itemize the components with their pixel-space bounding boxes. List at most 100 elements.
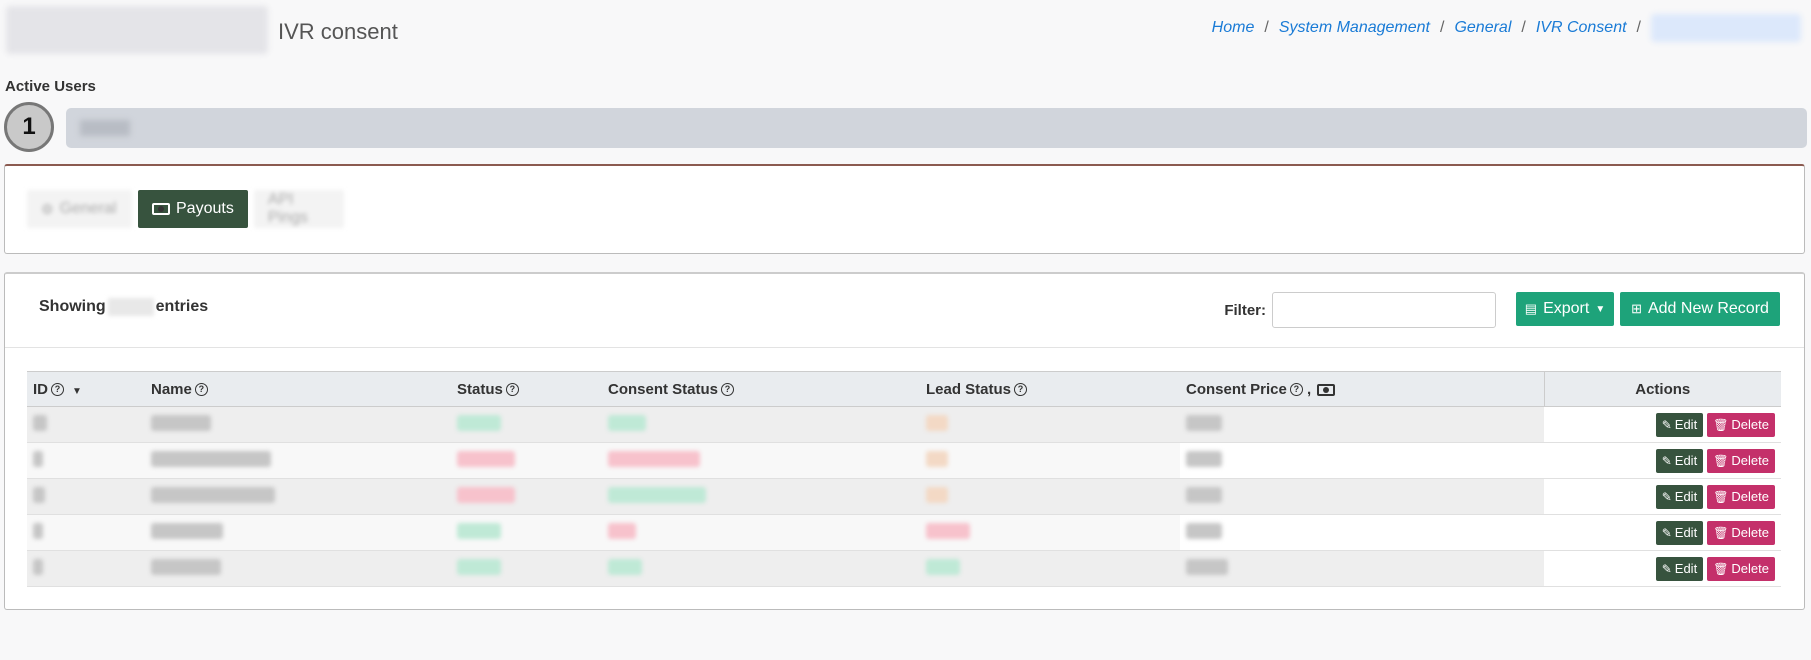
edit-button[interactable]: ✎ Edit: [1655, 448, 1704, 473]
redacted-consent-price: [1186, 558, 1228, 575]
delete-button[interactable]: 🗑 Delete: [1707, 412, 1775, 437]
tab-payouts[interactable]: Payouts: [138, 190, 248, 228]
file-excel-icon: ▤: [1524, 301, 1538, 316]
records-table: ID? ▼ Name? Status? Consent Status? Lead …: [27, 371, 1781, 587]
breadcrumb-home[interactable]: Home: [1212, 19, 1255, 37]
column-header-actions: Actions: [1543, 371, 1781, 407]
column-header-id[interactable]: ID? ▼: [27, 371, 145, 407]
breadcrumb-system-management[interactable]: System Management: [1279, 19, 1430, 37]
sort-desc-icon: ▼: [72, 385, 82, 397]
table-row: ✎ Edit 🗑 Delete: [27, 550, 1781, 587]
consent-status-badge: [608, 522, 636, 539]
redacted-name: [151, 558, 221, 575]
status-badge: [457, 522, 501, 539]
redacted-id: [33, 450, 43, 467]
page-title: IVR consent: [278, 19, 398, 44]
redacted-id: [33, 414, 47, 431]
row-actions: ✎ Edit 🗑 Delete: [1544, 442, 1781, 479]
consent-status-badge: [608, 486, 706, 503]
column-header-lead-status[interactable]: Lead Status?: [920, 371, 1180, 407]
showing-entries: Showing entries: [39, 298, 209, 316]
tab-api-pings[interactable]: API Pings: [253, 190, 344, 228]
consent-status-badge: [608, 414, 646, 431]
row-actions: ✎ Edit 🗑 Delete: [1544, 514, 1781, 551]
help-icon: ?: [505, 383, 519, 397]
redacted-username: [80, 120, 130, 136]
delete-button[interactable]: 🗑 Delete: [1707, 556, 1775, 581]
trash-icon: 🗑: [1713, 525, 1729, 540]
redacted-company-name: [6, 6, 268, 54]
delete-button[interactable]: 🗑 Delete: [1707, 448, 1775, 473]
money-icon: [152, 203, 170, 215]
table-row: ✎ Edit 🗑 Delete: [27, 406, 1781, 443]
edit-button[interactable]: ✎ Edit: [1655, 484, 1704, 509]
trash-icon: 🗑: [1713, 453, 1729, 468]
money-icon: [1317, 383, 1336, 396]
column-header-status[interactable]: Status?: [451, 371, 602, 407]
column-header-name[interactable]: Name?: [145, 371, 451, 407]
lead-status-badge: [926, 486, 948, 503]
consent-status-badge: [608, 558, 642, 575]
help-icon: ?: [194, 383, 208, 397]
records-card: Showing entries Filter: ▤ Export ▼ ⊞ Add…: [4, 272, 1805, 610]
row-actions: ✎ Edit 🗑 Delete: [1544, 406, 1781, 443]
lead-status-badge: [926, 522, 970, 539]
redacted-consent-price: [1186, 486, 1222, 503]
top-bar: IVR consent Home / System Management / G…: [0, 0, 1811, 60]
column-header-consent-price[interactable]: Consent Price? ,: [1180, 371, 1544, 407]
delete-button[interactable]: 🗑 Delete: [1707, 484, 1775, 509]
filter-input[interactable]: [1272, 292, 1496, 328]
breadcrumb-redacted: [1651, 14, 1801, 42]
help-icon: ?: [1014, 383, 1028, 397]
page-title-area: IVR consent: [6, 6, 398, 54]
row-actions: ✎ Edit 🗑 Delete: [1544, 550, 1781, 587]
redacted-consent-price: [1186, 450, 1222, 467]
trash-icon: 🗑: [1713, 489, 1729, 504]
edit-icon: ✎: [1661, 489, 1672, 504]
edit-button[interactable]: ✎ Edit: [1655, 556, 1704, 581]
breadcrumb-ivr-consent[interactable]: IVR Consent: [1536, 19, 1627, 37]
breadcrumb-general[interactable]: General: [1454, 19, 1511, 37]
edit-icon: ✎: [1661, 561, 1672, 576]
active-user-count-badge: 1: [4, 102, 54, 152]
active-user-bar: [66, 108, 1807, 148]
table-header-row: ID? ▼ Name? Status? Consent Status? Lead …: [27, 371, 1781, 407]
lead-status-badge: [926, 450, 948, 467]
gear-icon: ⚙: [41, 200, 54, 217]
filter-group: Filter:: [1224, 292, 1496, 328]
redacted-id: [33, 486, 45, 503]
records-card-header: Showing entries Filter: ▤ Export ▼ ⊞ Add…: [5, 274, 1804, 348]
table-row: ✎ Edit 🗑 Delete: [27, 478, 1781, 515]
delete-button[interactable]: 🗑 Delete: [1707, 520, 1775, 545]
tab-list: ⚙ General Payouts API Pings: [27, 190, 344, 228]
redacted-name: [151, 486, 275, 503]
help-icon: ?: [1289, 383, 1303, 397]
edit-icon: ✎: [1661, 417, 1672, 432]
tabs-card: ⚙ General Payouts API Pings: [4, 164, 1805, 254]
caret-down-icon: ▼: [1595, 303, 1606, 315]
edit-icon: ✎: [1661, 453, 1672, 468]
consent-status-badge: [608, 450, 700, 467]
redacted-id: [33, 558, 43, 575]
edit-button[interactable]: ✎ Edit: [1655, 412, 1704, 437]
redacted-id: [33, 522, 43, 539]
redacted-entry-count: [107, 298, 154, 316]
redacted-name: [151, 414, 211, 431]
redacted-name: [151, 450, 271, 467]
status-badge: [457, 558, 501, 575]
tab-general[interactable]: ⚙ General: [27, 190, 132, 228]
status-badge: [457, 486, 515, 503]
edit-icon: ✎: [1661, 525, 1672, 540]
export-button[interactable]: ▤ Export ▼: [1516, 292, 1614, 326]
add-new-record-button[interactable]: ⊞ Add New Record: [1620, 292, 1780, 326]
redacted-consent-price: [1186, 522, 1222, 539]
lead-status-badge: [926, 558, 960, 575]
column-header-consent-status[interactable]: Consent Status?: [602, 371, 920, 407]
trash-icon: 🗑: [1713, 417, 1729, 432]
help-icon: ?: [721, 383, 735, 397]
table-row: ✎ Edit 🗑 Delete: [27, 442, 1781, 479]
redacted-name: [151, 522, 223, 539]
edit-button[interactable]: ✎ Edit: [1655, 520, 1704, 545]
file-plus-icon: ⊞: [1631, 301, 1642, 316]
lead-status-badge: [926, 414, 948, 431]
